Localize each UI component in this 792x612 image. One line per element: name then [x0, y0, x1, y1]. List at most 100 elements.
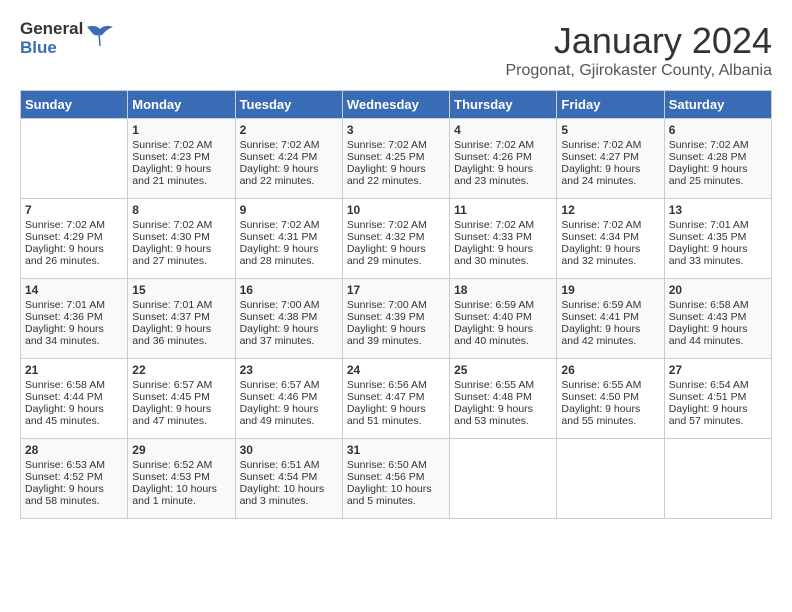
daylight-text: Daylight: 9 hours and 57 minutes.: [669, 403, 748, 427]
sunrise-text: Sunrise: 6:51 AM: [240, 459, 320, 471]
sunrise-text: Sunrise: 7:02 AM: [561, 219, 641, 231]
calendar-week-row: 28 Sunrise: 6:53 AM Sunset: 4:52 PM Dayl…: [21, 439, 772, 519]
day-number: 20: [669, 283, 767, 297]
daylight-text: Daylight: 9 hours and 53 minutes.: [454, 403, 533, 427]
sunrise-text: Sunrise: 7:02 AM: [454, 219, 534, 231]
daylight-text: Daylight: 9 hours and 37 minutes.: [240, 323, 319, 347]
sunset-text: Sunset: 4:27 PM: [561, 151, 639, 163]
sunrise-text: Sunrise: 7:01 AM: [669, 219, 749, 231]
daylight-text: Daylight: 9 hours and 36 minutes.: [132, 323, 211, 347]
sunrise-text: Sunrise: 7:00 AM: [240, 299, 320, 311]
day-number: 15: [132, 283, 230, 297]
day-number: 8: [132, 203, 230, 217]
sunrise-text: Sunrise: 6:50 AM: [347, 459, 427, 471]
sunrise-text: Sunrise: 7:02 AM: [347, 139, 427, 151]
daylight-text: Daylight: 9 hours and 34 minutes.: [25, 323, 104, 347]
day-number: 16: [240, 283, 338, 297]
calendar-cell: [557, 439, 664, 519]
calendar-cell: 24 Sunrise: 6:56 AM Sunset: 4:47 PM Dayl…: [342, 359, 449, 439]
calendar-cell: 10 Sunrise: 7:02 AM Sunset: 4:32 PM Dayl…: [342, 199, 449, 279]
calendar-cell: 18 Sunrise: 6:59 AM Sunset: 4:40 PM Dayl…: [450, 279, 557, 359]
daylight-text: Daylight: 10 hours and 3 minutes.: [240, 483, 325, 507]
day-number: 13: [669, 203, 767, 217]
calendar-week-row: 7 Sunrise: 7:02 AM Sunset: 4:29 PM Dayli…: [21, 199, 772, 279]
daylight-text: Daylight: 9 hours and 47 minutes.: [132, 403, 211, 427]
sunrise-text: Sunrise: 6:55 AM: [454, 379, 534, 391]
sunrise-text: Sunrise: 6:53 AM: [25, 459, 105, 471]
day-number: 9: [240, 203, 338, 217]
day-header-tuesday: Tuesday: [235, 91, 342, 119]
day-number: 24: [347, 363, 445, 377]
calendar-cell: 27 Sunrise: 6:54 AM Sunset: 4:51 PM Dayl…: [664, 359, 771, 439]
sunset-text: Sunset: 4:36 PM: [25, 311, 103, 323]
sunset-text: Sunset: 4:35 PM: [669, 231, 747, 243]
calendar-cell: 22 Sunrise: 6:57 AM Sunset: 4:45 PM Dayl…: [128, 359, 235, 439]
sunrise-text: Sunrise: 7:02 AM: [132, 139, 212, 151]
sunset-text: Sunset: 4:25 PM: [347, 151, 425, 163]
sunrise-text: Sunrise: 7:02 AM: [240, 139, 320, 151]
day-number: 28: [25, 443, 123, 457]
daylight-text: Daylight: 9 hours and 22 minutes.: [240, 163, 319, 187]
logo: General Blue: [20, 20, 115, 57]
daylight-text: Daylight: 9 hours and 27 minutes.: [132, 243, 211, 267]
sunset-text: Sunset: 4:30 PM: [132, 231, 210, 243]
sunset-text: Sunset: 4:33 PM: [454, 231, 532, 243]
day-number: 22: [132, 363, 230, 377]
sunset-text: Sunset: 4:54 PM: [240, 471, 318, 483]
calendar-cell: 8 Sunrise: 7:02 AM Sunset: 4:30 PM Dayli…: [128, 199, 235, 279]
sunset-text: Sunset: 4:40 PM: [454, 311, 532, 323]
sunset-text: Sunset: 4:37 PM: [132, 311, 210, 323]
daylight-text: Daylight: 9 hours and 39 minutes.: [347, 323, 426, 347]
day-number: 7: [25, 203, 123, 217]
sunset-text: Sunset: 4:50 PM: [561, 391, 639, 403]
calendar-cell: 13 Sunrise: 7:01 AM Sunset: 4:35 PM Dayl…: [664, 199, 771, 279]
calendar-table: SundayMondayTuesdayWednesdayThursdayFrid…: [20, 90, 772, 519]
calendar-cell: 30 Sunrise: 6:51 AM Sunset: 4:54 PM Dayl…: [235, 439, 342, 519]
calendar-cell: 19 Sunrise: 6:59 AM Sunset: 4:41 PM Dayl…: [557, 279, 664, 359]
calendar-cell: 14 Sunrise: 7:01 AM Sunset: 4:36 PM Dayl…: [21, 279, 128, 359]
sunset-text: Sunset: 4:46 PM: [240, 391, 318, 403]
daylight-text: Daylight: 9 hours and 26 minutes.: [25, 243, 104, 267]
day-header-thursday: Thursday: [450, 91, 557, 119]
day-number: 25: [454, 363, 552, 377]
day-number: 12: [561, 203, 659, 217]
sunrise-text: Sunrise: 7:02 AM: [240, 219, 320, 231]
logo-general: General: [20, 20, 83, 39]
daylight-text: Daylight: 9 hours and 25 minutes.: [669, 163, 748, 187]
calendar-cell: 25 Sunrise: 6:55 AM Sunset: 4:48 PM Dayl…: [450, 359, 557, 439]
sunrise-text: Sunrise: 7:00 AM: [347, 299, 427, 311]
sunrise-text: Sunrise: 7:02 AM: [347, 219, 427, 231]
daylight-text: Daylight: 10 hours and 5 minutes.: [347, 483, 432, 507]
day-number: 6: [669, 123, 767, 137]
page-header: General Blue January 2024 Progonat, Gjir…: [20, 20, 772, 80]
daylight-text: Daylight: 9 hours and 55 minutes.: [561, 403, 640, 427]
daylight-text: Daylight: 9 hours and 40 minutes.: [454, 323, 533, 347]
sunrise-text: Sunrise: 6:57 AM: [132, 379, 212, 391]
day-number: 18: [454, 283, 552, 297]
calendar-cell: [21, 119, 128, 199]
day-number: 11: [454, 203, 552, 217]
sunrise-text: Sunrise: 7:02 AM: [25, 219, 105, 231]
calendar-cell: [450, 439, 557, 519]
sunset-text: Sunset: 4:23 PM: [132, 151, 210, 163]
day-number: 14: [25, 283, 123, 297]
day-number: 17: [347, 283, 445, 297]
sunset-text: Sunset: 4:32 PM: [347, 231, 425, 243]
day-number: 26: [561, 363, 659, 377]
daylight-text: Daylight: 9 hours and 42 minutes.: [561, 323, 640, 347]
daylight-text: Daylight: 9 hours and 24 minutes.: [561, 163, 640, 187]
sunset-text: Sunset: 4:38 PM: [240, 311, 318, 323]
daylight-text: Daylight: 9 hours and 51 minutes.: [347, 403, 426, 427]
sunset-text: Sunset: 4:34 PM: [561, 231, 639, 243]
daylight-text: Daylight: 9 hours and 58 minutes.: [25, 483, 104, 507]
day-number: 1: [132, 123, 230, 137]
sunrise-text: Sunrise: 6:59 AM: [454, 299, 534, 311]
day-number: 30: [240, 443, 338, 457]
calendar-cell: 5 Sunrise: 7:02 AM Sunset: 4:27 PM Dayli…: [557, 119, 664, 199]
sunrise-text: Sunrise: 7:02 AM: [561, 139, 641, 151]
sunrise-text: Sunrise: 6:55 AM: [561, 379, 641, 391]
daylight-text: Daylight: 9 hours and 30 minutes.: [454, 243, 533, 267]
sunset-text: Sunset: 4:53 PM: [132, 471, 210, 483]
day-header-wednesday: Wednesday: [342, 91, 449, 119]
calendar-cell: 12 Sunrise: 7:02 AM Sunset: 4:34 PM Dayl…: [557, 199, 664, 279]
